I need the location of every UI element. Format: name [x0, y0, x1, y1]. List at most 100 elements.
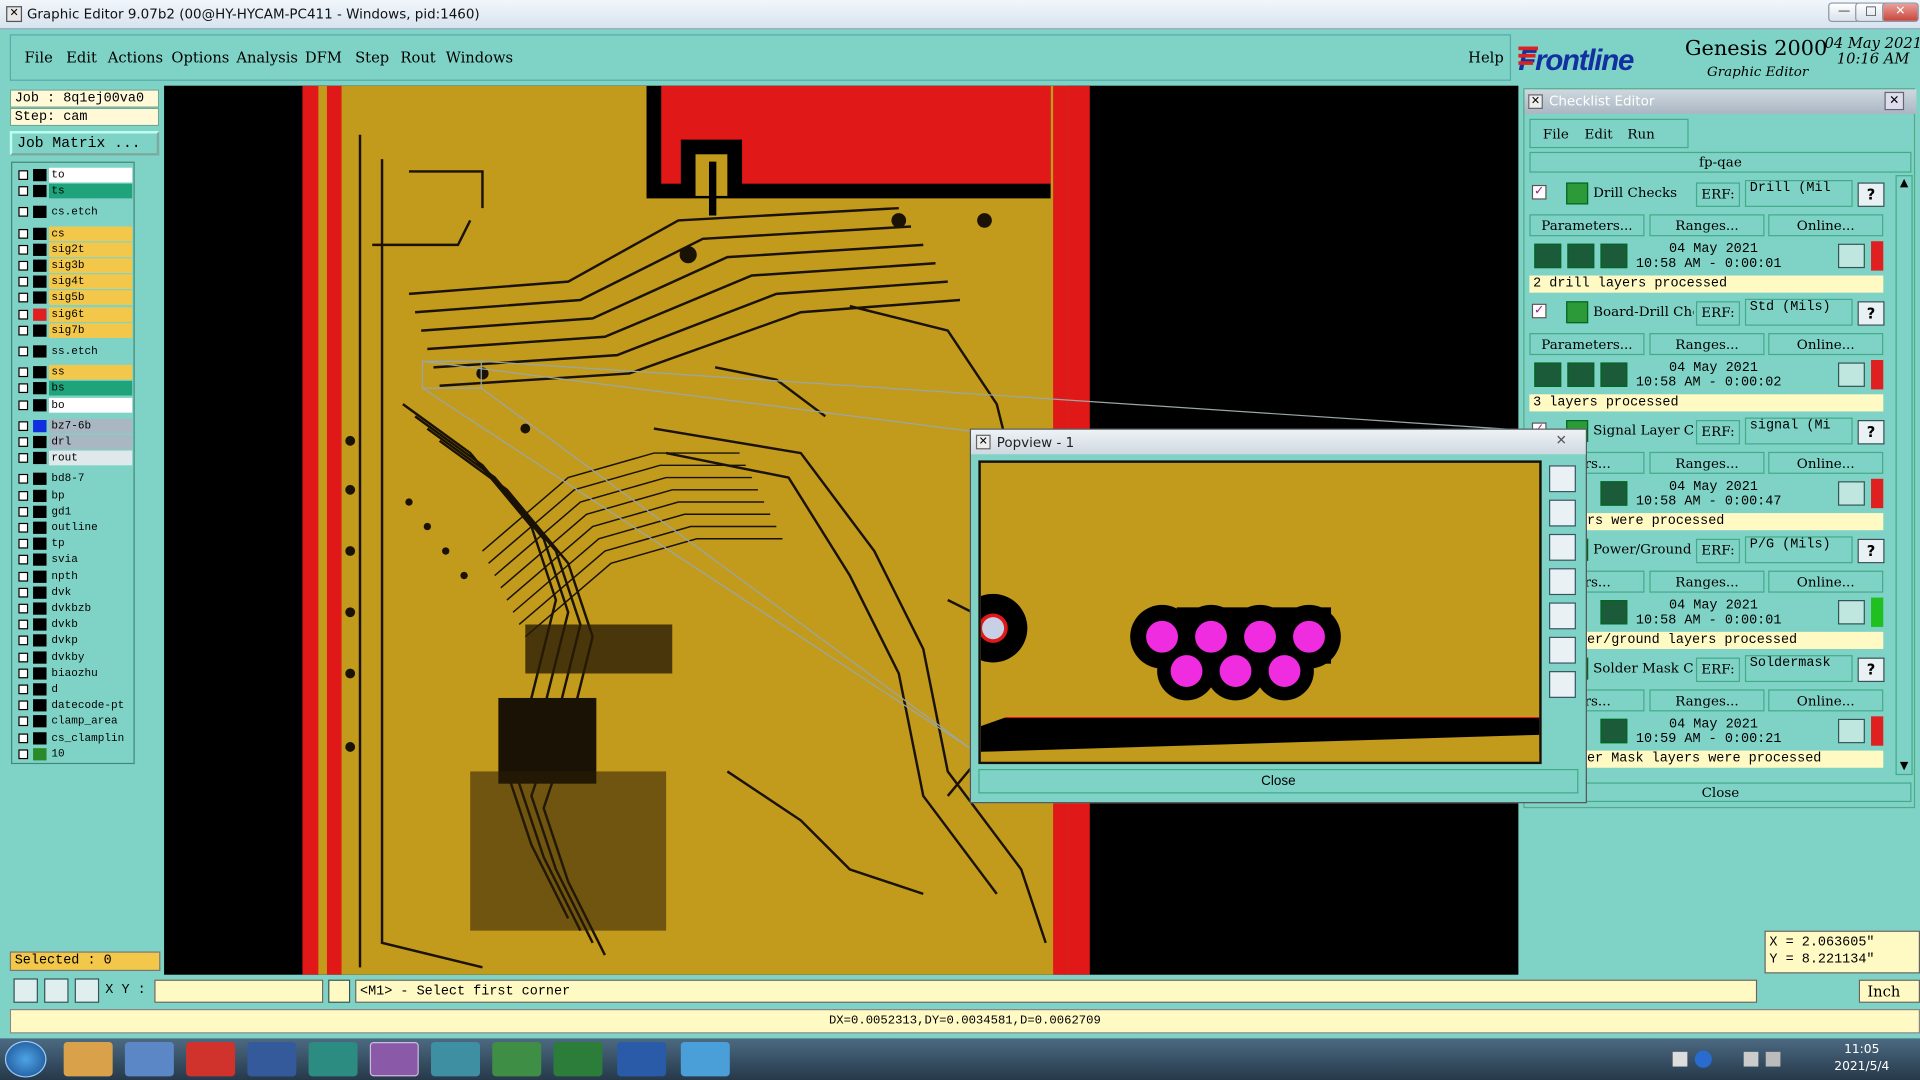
- layer-color-swatch[interactable]: [33, 553, 47, 567]
- report-icon[interactable]: [1600, 718, 1628, 744]
- checklist-menu-edit[interactable]: Edit: [1585, 126, 1613, 142]
- layer-name[interactable]: drl: [48, 434, 133, 450]
- layer-checkbox[interactable]: [18, 293, 29, 303]
- online-button[interactable]: Online...: [1768, 451, 1884, 474]
- popview-canvas[interactable]: [978, 460, 1542, 765]
- question-icon[interactable]: ?: [1857, 420, 1885, 445]
- layer-row[interactable]: to: [15, 167, 134, 183]
- layer-name[interactable]: sig2t: [48, 242, 133, 257]
- layer-row[interactable]: sig6t: [15, 306, 134, 322]
- checklist-close-icon[interactable]: ✕: [1884, 91, 1905, 111]
- online-button[interactable]: Online...: [1768, 214, 1884, 237]
- layer-checkbox[interactable]: [18, 587, 29, 598]
- menu-rout[interactable]: Rout: [400, 49, 435, 66]
- parameters-button[interactable]: Parameters...: [1529, 333, 1645, 356]
- layer-color-swatch[interactable]: [33, 243, 47, 256]
- checklist-menu-file[interactable]: File: [1543, 126, 1569, 142]
- layer-row[interactable]: datecode-pt: [15, 698, 134, 713]
- layer-row[interactable]: tp: [15, 536, 134, 552]
- layer-color-swatch[interactable]: [33, 667, 47, 680]
- ranges-button[interactable]: Ranges...: [1649, 214, 1765, 237]
- layer-color-swatch[interactable]: [33, 345, 47, 358]
- zoom-out-icon[interactable]: [1548, 533, 1576, 561]
- popview-close-button[interactable]: Close: [978, 768, 1579, 794]
- layer-name[interactable]: cs_clamplin: [48, 730, 133, 746]
- layer-color-swatch[interactable]: [33, 435, 47, 449]
- layer-row[interactable]: ss.etch: [15, 344, 134, 359]
- layer-name[interactable]: d: [48, 682, 133, 697]
- layer-row[interactable]: sig4t: [15, 274, 134, 290]
- online-button[interactable]: Online...: [1768, 689, 1884, 712]
- layer-checkbox[interactable]: [18, 506, 29, 517]
- zoom-in-icon[interactable]: [1548, 499, 1576, 527]
- layer-checkbox[interactable]: [18, 420, 29, 431]
- action-icon[interactable]: [1566, 301, 1589, 324]
- parameters-button[interactable]: Parameters...: [1529, 214, 1645, 237]
- layer-row[interactable]: sig2t: [15, 242, 134, 257]
- ranges-button[interactable]: Ranges...: [1649, 333, 1765, 356]
- layer-checkbox[interactable]: [18, 276, 29, 287]
- erf-select[interactable]: P/G (Mils): [1744, 536, 1853, 564]
- menu-analysis[interactable]: Analysis: [236, 49, 298, 66]
- view-icon[interactable]: [1567, 362, 1595, 387]
- layer-color-swatch[interactable]: [33, 398, 47, 411]
- layer-name[interactable]: biaozhu: [48, 665, 133, 681]
- online-button[interactable]: Online...: [1768, 570, 1884, 593]
- layer-row[interactable]: bo: [15, 397, 134, 413]
- layer-checkbox[interactable]: [18, 635, 29, 646]
- taskbar-app-red[interactable]: [186, 1042, 236, 1077]
- units-selector[interactable]: Inch: [1858, 979, 1920, 1003]
- layer-row[interactable]: clamp_area: [15, 714, 134, 730]
- menu-actions[interactable]: Actions: [108, 49, 163, 66]
- layer-name[interactable]: dvkby: [48, 649, 133, 665]
- layer-checkbox[interactable]: [18, 474, 29, 485]
- layer-row[interactable]: 10: [15, 746, 134, 762]
- report-icon[interactable]: [1600, 481, 1628, 506]
- layer-name[interactable]: cs: [48, 226, 133, 241]
- layer-row[interactable]: bz7-6b: [15, 418, 134, 434]
- layer-name[interactable]: outline: [48, 520, 133, 536]
- layer-row[interactable]: d: [15, 682, 134, 697]
- layer-checkbox[interactable]: [18, 522, 29, 533]
- layer-name[interactable]: sig6t: [48, 306, 133, 322]
- layer-color-swatch[interactable]: [33, 227, 47, 240]
- layer-name[interactable]: 10: [48, 746, 133, 762]
- layer-checkbox[interactable]: [18, 490, 29, 501]
- pan-right-icon[interactable]: [1548, 602, 1576, 630]
- layer-name[interactable]: ss.etch: [48, 344, 133, 359]
- layer-checkbox[interactable]: [18, 260, 29, 271]
- layer-checkbox[interactable]: [18, 700, 29, 711]
- layer-color-swatch[interactable]: [33, 683, 47, 696]
- item-enable-checkbox[interactable]: ✓: [1531, 184, 1547, 200]
- layer-color-swatch[interactable]: [33, 618, 47, 631]
- layer-row[interactable]: rout: [15, 450, 134, 466]
- layer-name[interactable]: bd8-7: [48, 471, 133, 487]
- layer-name[interactable]: sig7b: [48, 323, 133, 338]
- item-enable-checkbox[interactable]: ✓: [1531, 303, 1547, 319]
- grid-tool-icon[interactable]: [74, 978, 100, 1003]
- layer-row[interactable]: cs: [15, 226, 134, 241]
- layer-name[interactable]: dvkp: [48, 633, 133, 649]
- pan-left-icon[interactable]: [1548, 568, 1576, 596]
- layer-name[interactable]: dvkbzb: [48, 601, 133, 616]
- layer-row[interactable]: sig7b: [15, 323, 134, 338]
- layer-color-swatch[interactable]: [33, 537, 47, 551]
- taskbar-app-genesis[interactable]: [369, 1042, 419, 1077]
- layer-checkbox[interactable]: [18, 603, 29, 614]
- layer-row[interactable]: npth: [15, 568, 134, 584]
- menu-help[interactable]: Help: [1468, 49, 1504, 66]
- layer-row[interactable]: cs_clamplin: [15, 730, 134, 746]
- ranges-button[interactable]: Ranges...: [1649, 689, 1765, 712]
- layer-color-swatch[interactable]: [33, 185, 47, 198]
- layer-name[interactable]: npth: [48, 568, 133, 584]
- layer-row[interactable]: bp: [15, 488, 134, 503]
- network-icon[interactable]: [1765, 1051, 1781, 1067]
- layer-name[interactable]: tp: [48, 536, 133, 552]
- layer-row[interactable]: sig5b: [15, 290, 134, 306]
- layer-color-swatch[interactable]: [33, 521, 47, 534]
- layer-name[interactable]: gd1: [48, 504, 133, 519]
- layer-checkbox[interactable]: [18, 716, 29, 727]
- menu-options[interactable]: Options: [171, 49, 229, 66]
- menu-dfm[interactable]: DFM: [305, 49, 342, 66]
- ranges-button[interactable]: Ranges...: [1649, 570, 1765, 593]
